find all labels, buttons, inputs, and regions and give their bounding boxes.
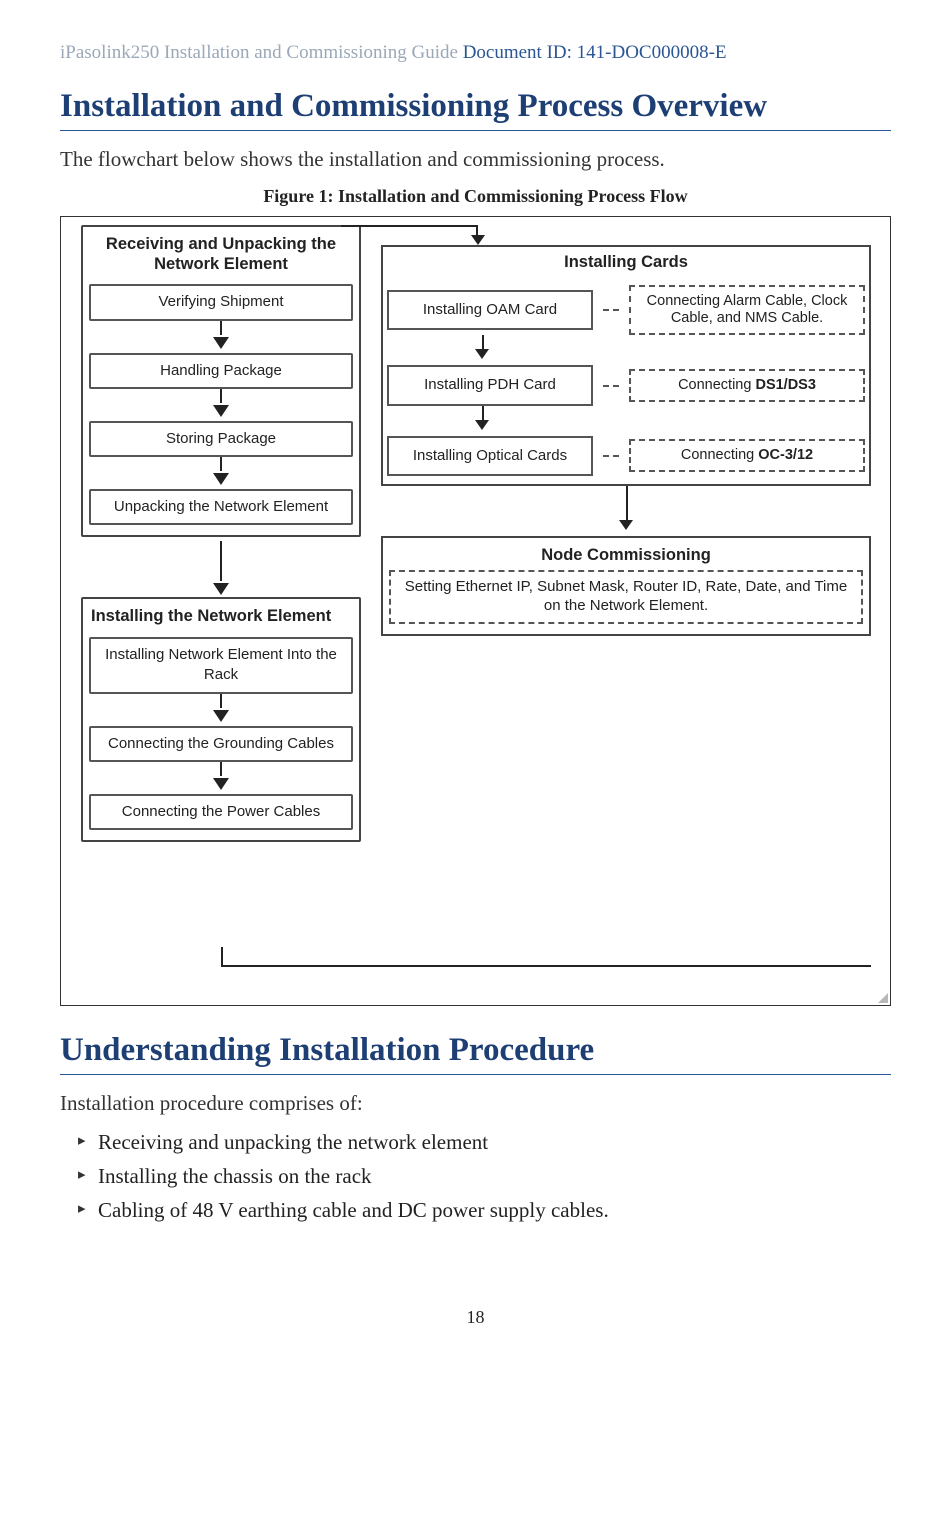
list-item: Installing the chassis on the rack — [78, 1162, 891, 1190]
list-item: Cabling of 48 V earthing cable and DC po… — [78, 1196, 891, 1224]
arrow-down-icon — [475, 349, 489, 359]
step-verify-shipment: Verifying Shipment — [89, 284, 353, 320]
group-node-commissioning: Node Commissioning Setting Ethernet IP, … — [381, 536, 871, 636]
flow-right-column: Installing Cards Installing OAM Card Con… — [381, 225, 871, 636]
dash-connector — [603, 455, 619, 457]
arrow-down-icon — [471, 235, 485, 245]
conn-oc3-12: Connecting OC-3/12 — [629, 439, 865, 472]
step-ground-cables: Connecting the Grounding Cables — [89, 726, 353, 762]
page-number: 18 — [60, 1305, 891, 1329]
group-install-ne-title: Installing the Network Element — [89, 605, 353, 633]
procedure-list: Receiving and unpacking the network elem… — [60, 1128, 891, 1225]
arrow-down-icon — [213, 710, 229, 722]
group-cards-title: Installing Cards — [387, 251, 865, 279]
arrow-down-icon — [213, 473, 229, 485]
flow-left-column: Receiving and Unpacking the Network Elem… — [81, 225, 361, 846]
section-title-overview: Installation and Commissioning Process O… — [60, 84, 891, 132]
step-unpacking: Unpacking the Network Element — [89, 489, 353, 525]
card-row-pdh: Installing PDH Card Connecting DS1/DS3 — [387, 365, 865, 405]
resize-grip-icon — [878, 993, 888, 1003]
section-title-understanding: Understanding Installation Procedure — [60, 1028, 891, 1076]
doc-header: iPasolink250 Installation and Commission… — [60, 40, 891, 66]
elbow-connector — [221, 947, 223, 965]
dash-connector — [603, 385, 619, 387]
group-install-ne: Installing the Network Element Installin… — [81, 597, 361, 842]
document-id: Document ID: 141-DOC000008-E — [463, 42, 727, 63]
product-title: iPasolink250 Installation and Commission… — [60, 42, 458, 63]
node-commissioning-title: Node Commissioning — [389, 540, 863, 570]
step-install-pdh: Installing PDH Card — [387, 365, 593, 405]
arrow-down-icon — [213, 583, 229, 595]
node-commissioning-box: Setting Ethernet IP, Subnet Mask, Router… — [389, 570, 863, 624]
step-install-optical: Installing Optical Cards — [387, 436, 593, 476]
group-receiving-title: Receiving and Unpacking the Network Elem… — [89, 233, 353, 281]
arrow-down-icon — [213, 778, 229, 790]
flowchart-figure: Receiving and Unpacking the Network Elem… — [60, 216, 891, 1006]
step-storing-package: Storing Package — [89, 421, 353, 457]
card-row-oam: Installing OAM Card Connecting Alarm Cab… — [387, 285, 865, 336]
conn-alarm-clock-nms: Connecting Alarm Cable, Clock Cable, and… — [629, 285, 865, 336]
step-install-oam: Installing OAM Card — [387, 290, 593, 330]
arrow-down-icon — [213, 337, 229, 349]
arrow-down-icon — [213, 405, 229, 417]
understanding-intro: Installation procedure comprises of: — [60, 1089, 891, 1117]
overview-intro: The flowchart below shows the installati… — [60, 145, 891, 173]
step-handling-package: Handling Package — [89, 353, 353, 389]
card-row-optical: Installing Optical Cards Connecting OC-3… — [387, 436, 865, 476]
arrow-down-icon — [475, 420, 489, 430]
step-install-rack: Installing Network Element Into the Rack — [89, 637, 353, 694]
figure-caption: Figure 1: Installation and Commissioning… — [60, 184, 891, 208]
group-receiving: Receiving and Unpacking the Network Elem… — [81, 225, 361, 538]
dash-connector — [603, 309, 619, 311]
list-item: Receiving and unpacking the network elem… — [78, 1128, 891, 1156]
elbow-connector — [341, 225, 477, 227]
group-installing-cards: Installing Cards Installing OAM Card Con… — [381, 245, 871, 486]
step-power-cables: Connecting the Power Cables — [89, 794, 353, 830]
conn-ds1-ds3: Connecting DS1/DS3 — [629, 369, 865, 402]
arrow-down-icon — [619, 520, 633, 530]
elbow-connector — [221, 965, 871, 967]
